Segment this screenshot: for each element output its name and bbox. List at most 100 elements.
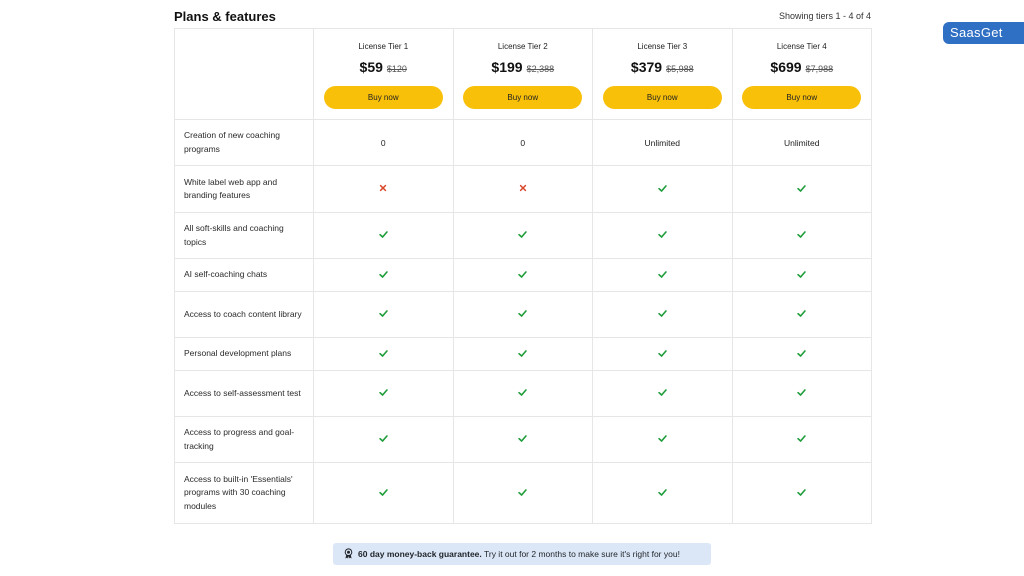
badge-icon: [344, 548, 353, 559]
check-icon: [658, 435, 667, 442]
price-line: $199 $2,388: [454, 59, 593, 77]
feature-included-cell: [313, 462, 454, 524]
feature-label: AI self-coaching chats: [174, 258, 314, 292]
check-icon: [797, 389, 806, 396]
check-icon: [658, 310, 667, 317]
feature-row: Access to self-assessment test: [174, 370, 872, 417]
feature-included-cell: [731, 337, 872, 371]
tier-old-price: $120: [386, 64, 407, 74]
feature-label: Access to progress and goal-tracking: [174, 416, 314, 463]
feature-included-cell: [452, 337, 593, 371]
tier-column-3: License Tier 3 $379 $5,988 Buy now: [592, 28, 733, 120]
empty-corner-cell: [174, 28, 314, 120]
guarantee-text: Try it out for 2 months to make sure it'…: [481, 549, 680, 559]
tier-old-price: $7,988: [805, 64, 834, 74]
feature-included-cell: [592, 462, 733, 524]
plans-header: Plans & features Showing tiers 1 - 4 of …: [174, 8, 871, 28]
buy-now-button-tier-1[interactable]: Buy now: [323, 86, 443, 109]
money-back-guarantee-banner: 60 day money-back guarantee. Try it out …: [333, 543, 711, 565]
check-icon: [518, 435, 527, 442]
check-icon: [658, 389, 667, 396]
tier-count-label: Showing tiers 1 - 4 of 4: [778, 11, 871, 21]
feature-included-cell: [313, 258, 454, 292]
price-line: $379 $5,988: [593, 59, 732, 77]
feature-included-cell: [592, 258, 733, 292]
feature-label: Personal development plans: [174, 337, 314, 371]
tier-price: $379: [630, 59, 663, 75]
tier-name: License Tier 4: [776, 42, 827, 51]
feature-included-cell: [313, 416, 454, 463]
feature-row: All soft-skills and coaching topics: [174, 212, 872, 259]
feature-included-cell: [592, 370, 733, 417]
buy-now-button-tier-3[interactable]: Buy now: [602, 86, 722, 109]
feature-included-cell: [452, 291, 593, 338]
feature-label: All soft-skills and coaching topics: [174, 212, 314, 259]
cross-icon: [380, 184, 387, 192]
feature-included-cell: [731, 416, 872, 463]
check-icon: [379, 488, 388, 496]
guarantee-title: 60 day money-back guarantee.: [358, 549, 482, 559]
feature-value-cell: Unlimited: [731, 119, 872, 166]
buy-now-button-tier-4[interactable]: Buy now: [742, 86, 862, 109]
feature-label: Access to coach content library: [174, 291, 314, 338]
check-icon: [658, 270, 667, 278]
price-line: $699 $7,988: [733, 59, 872, 77]
feature-included-cell: [731, 165, 872, 213]
tier-old-price: $5,988: [666, 64, 694, 74]
saasget-logo[interactable]: SaasGet: [943, 22, 1024, 44]
check-icon: [797, 435, 806, 442]
check-icon: [658, 488, 667, 496]
tier-old-price: $2,388: [526, 64, 555, 74]
feature-row: White label web app and branding feature…: [174, 165, 872, 213]
tier-name: License Tier 1: [358, 42, 409, 51]
feature-label: Access to built-in 'Essentials' programs…: [174, 462, 314, 524]
check-icon: [379, 231, 388, 238]
buy-now-button-tier-2[interactable]: Buy now: [463, 86, 583, 109]
cross-icon: [519, 184, 526, 192]
feature-included-cell: [731, 291, 872, 338]
feature-included-cell: [592, 291, 733, 338]
check-icon: [797, 310, 806, 317]
feature-included-cell: [313, 337, 454, 371]
feature-included-cell: [313, 370, 454, 417]
feature-label: White label web app and branding feature…: [174, 165, 314, 213]
check-icon: [518, 231, 527, 238]
tier-column-2: License Tier 2 $199 $2,388 Buy now: [452, 28, 593, 120]
check-icon: [518, 310, 527, 317]
feature-row: Personal development plans: [174, 337, 872, 371]
tier-column-4: License Tier 4 $699 $7,988 Buy now: [731, 28, 872, 120]
feature-value-cell: 0: [313, 119, 454, 166]
check-icon: [658, 184, 667, 192]
feature-included-cell: [452, 258, 593, 292]
check-icon: [797, 184, 806, 192]
tier-column-1: License Tier 1 $59 $120 Buy now: [313, 28, 454, 120]
tier-price: $59: [359, 59, 383, 75]
feature-label: Access to self-assessment test: [174, 370, 314, 417]
feature-included-cell: [592, 165, 733, 213]
feature-included-cell: [592, 212, 733, 259]
feature-value-cell: Unlimited: [592, 119, 733, 166]
tier-name: License Tier 3: [637, 42, 688, 51]
check-icon: [797, 270, 806, 278]
check-icon: [379, 349, 388, 357]
feature-excluded-cell: [313, 165, 454, 213]
tier-header-row: License Tier 1 $59 $120 Buy now License T…: [174, 28, 872, 120]
feature-included-cell: [731, 462, 872, 524]
feature-included-cell: [452, 370, 593, 417]
feature-included-cell: [452, 212, 593, 259]
check-icon: [797, 231, 806, 238]
feature-included-cell: [731, 370, 872, 417]
check-icon: [518, 270, 527, 278]
check-icon: [518, 389, 527, 396]
feature-row: Access to built-in 'Essentials' programs…: [174, 462, 872, 524]
check-icon: [518, 488, 527, 496]
feature-included-cell: [592, 416, 733, 463]
feature-row: AI self-coaching chats: [174, 258, 872, 292]
page-title: Plans & features: [174, 9, 276, 24]
check-icon: [797, 488, 806, 496]
feature-included-cell: [313, 212, 454, 259]
check-icon: [379, 310, 388, 317]
check-icon: [518, 349, 527, 357]
feature-included-cell: [452, 462, 593, 524]
feature-included-cell: [452, 416, 593, 463]
